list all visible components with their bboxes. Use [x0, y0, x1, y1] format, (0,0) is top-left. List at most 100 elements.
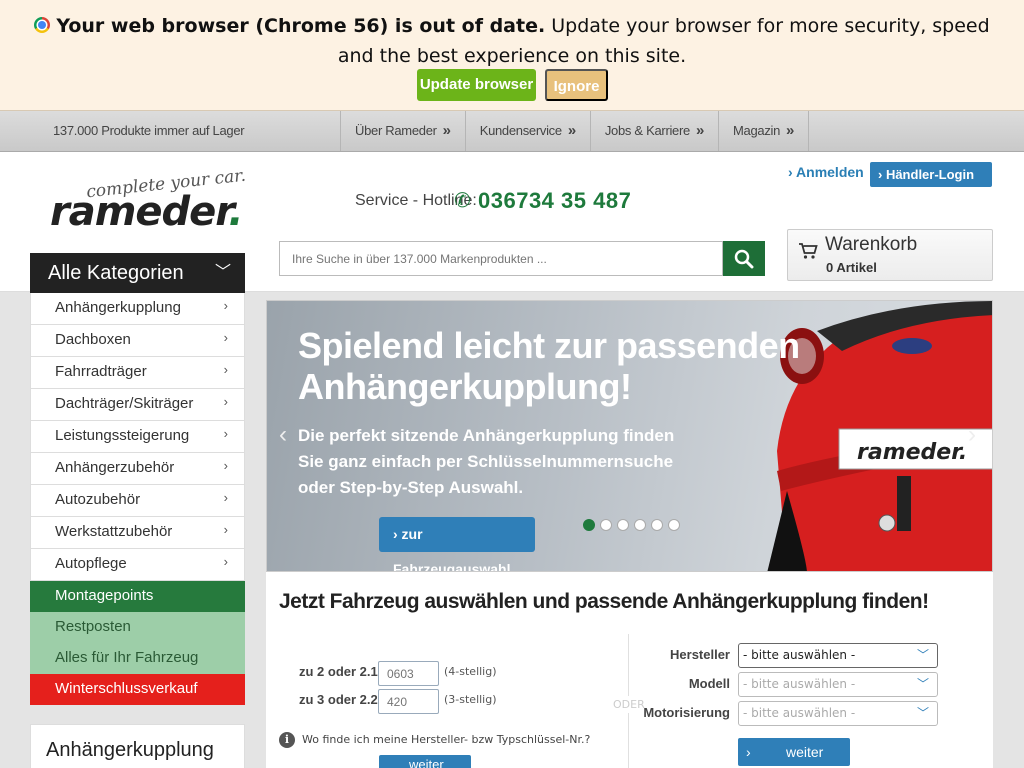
- category-item[interactable]: Autozubehör ›: [30, 485, 245, 517]
- help-link[interactable]: Wo finde ich meine Hersteller- bzw Typsc…: [302, 733, 590, 746]
- engine-value: - bitte auswählen -: [743, 706, 856, 720]
- selector-title: Jetzt Fahrzeug auswählen und passende An…: [279, 590, 929, 613]
- category-label: Autozubehör: [55, 491, 141, 508]
- login-link[interactable]: › Anmelden: [788, 164, 864, 180]
- cart-icon: [799, 243, 818, 259]
- category-item[interactable]: Anhängerkupplung ›: [30, 293, 245, 325]
- double-chevron-icon: »: [567, 122, 576, 139]
- manufacturer-select[interactable]: - bitte auswählen - ﹀: [738, 643, 938, 668]
- chevron-right-icon: ›: [223, 426, 228, 441]
- dealer-login-button[interactable]: › Händler-Login: [870, 162, 992, 187]
- slider-text-line-2: Sie ganz einfach per Schlüsselnummernsuc…: [298, 452, 674, 471]
- continue-button[interactable]: › weiter: [738, 738, 850, 766]
- tsn-hint: (3-stellig): [444, 693, 497, 706]
- category-item[interactable]: Dachboxen ›: [30, 325, 245, 357]
- category-restposten[interactable]: Restposten: [30, 612, 245, 643]
- category-label: Autopflege: [55, 555, 127, 572]
- plate-text: rameder.: [857, 440, 967, 465]
- slider-dot[interactable]: [600, 519, 612, 531]
- cart[interactable]: Warenkorb 0 Artikel: [787, 229, 993, 281]
- vehicle-selection-button[interactable]: › zur Fahrzeugauswahl: [379, 517, 535, 571]
- chevron-down-icon: ﹀: [214, 264, 231, 281]
- category-item[interactable]: Werkstattzubehör ›: [30, 517, 245, 549]
- model-label: Modell: [688, 676, 730, 691]
- hsn-input[interactable]: [378, 661, 439, 686]
- continue-key-button[interactable]: weiter: [379, 755, 471, 768]
- category-label: Anhängerzubehör: [55, 459, 175, 476]
- category-item[interactable]: Anhängerzubehör ›: [30, 453, 245, 485]
- slider-text-line-1: Die perfekt sitzende Anhängerkupplung fi…: [298, 426, 675, 445]
- chevron-right-icon: ›: [746, 744, 751, 760]
- slider-dot[interactable]: [634, 519, 646, 531]
- chrome-icon: [34, 17, 51, 33]
- chevron-right-icon: ›: [223, 490, 228, 505]
- manufacturer-label: Hersteller: [670, 647, 730, 662]
- promo-title: Anhängerkupplung: [46, 739, 214, 761]
- chevron-right-icon: ›: [223, 522, 228, 537]
- slider-prev-icon[interactable]: ‹: [279, 421, 287, 449]
- chevron-right-icon: ›: [223, 298, 228, 313]
- phone-icon: ✆: [454, 190, 471, 212]
- search-button[interactable]: [723, 241, 765, 276]
- continue-label: weiter: [786, 744, 824, 760]
- slider-dots: [583, 519, 680, 531]
- slider-dot[interactable]: [651, 519, 663, 531]
- outdated-message: Your web browser (Chrome 56) is out of d…: [0, 11, 1024, 71]
- engine-label: Motorisierung: [643, 705, 730, 720]
- double-chevron-icon: »: [786, 122, 795, 139]
- nav-label: Magazin: [733, 123, 781, 138]
- logo[interactable]: rameder.: [50, 189, 244, 235]
- nav-magazine[interactable]: Magazin »: [719, 111, 810, 151]
- slider-dot[interactable]: [583, 519, 595, 531]
- category-item[interactable]: Leistungssteigerung ›: [30, 421, 245, 453]
- top-bar: 137.000 Produkte immer auf Lager Über Ra…: [0, 111, 1024, 152]
- update-browser-button[interactable]: Update browser: [417, 69, 536, 101]
- tsn-label: zu 3 oder 2.2: [299, 692, 378, 707]
- hotline-number[interactable]: 036734 35 487: [478, 188, 631, 214]
- category-label: Werkstattzubehör: [55, 523, 173, 540]
- chevron-right-icon: ›: [223, 362, 228, 377]
- chevron-right-icon: ›: [223, 330, 228, 345]
- vehicle-selector: Jetzt Fahrzeug auswählen und passende An…: [266, 572, 993, 768]
- category-all-for-vehicle[interactable]: Alles für Ihr Fahrzeug: [30, 643, 245, 674]
- category-winter-sale[interactable]: Winterschlussverkauf: [30, 674, 245, 705]
- nav-label: Kundenservice: [479, 123, 562, 138]
- category-label: Dachboxen: [55, 331, 131, 348]
- category-item[interactable]: Autopflege ›: [30, 549, 245, 581]
- category-montagepoints[interactable]: Montagepoints: [30, 581, 245, 612]
- slider-next-icon[interactable]: ›: [968, 421, 976, 449]
- nav-jobs[interactable]: Jobs & Karriere »: [591, 111, 719, 151]
- chevron-down-icon: ﹀: [916, 706, 929, 720]
- promo-box[interactable]: Anhängerkupplung: [30, 724, 245, 768]
- chevron-down-icon: ﹀: [916, 648, 929, 662]
- category-item[interactable]: Dachträger/Skiträger ›: [30, 389, 245, 421]
- hero-slider: rameder. Spielend leicht zur passenden A…: [266, 300, 993, 572]
- nav-about[interactable]: Über Rameder »: [341, 111, 466, 151]
- all-categories-header[interactable]: Alle Kategorien ﹀: [30, 253, 245, 293]
- search-icon: [734, 249, 754, 269]
- outdated-bold-text: Your web browser (Chrome 56) is out of d…: [56, 15, 546, 37]
- chevron-right-icon: ›: [223, 394, 228, 409]
- model-select[interactable]: - bitte auswählen - ﹀: [738, 672, 938, 697]
- chevron-right-icon: ›: [223, 554, 228, 569]
- logo-text: rameder: [50, 189, 229, 235]
- slider-dot[interactable]: [617, 519, 629, 531]
- cart-title: Warenkorb: [825, 234, 918, 255]
- nav-customer-service[interactable]: Kundenservice »: [466, 111, 591, 151]
- category-label: Anhängerkupplung: [55, 299, 181, 316]
- info-icon: i: [279, 732, 295, 748]
- top-nav: Über Rameder » Kundenservice » Jobs & Karr…: [340, 111, 810, 151]
- tsn-input[interactable]: [378, 689, 439, 714]
- search-input[interactable]: [279, 241, 723, 276]
- category-label: Fahrradträger: [55, 363, 147, 380]
- logo-dot: .: [228, 189, 243, 235]
- nav-label: Über Rameder: [355, 123, 437, 138]
- manufacturer-value: - bitte auswählen -: [743, 648, 856, 662]
- all-categories-label: Alle Kategorien: [48, 262, 184, 284]
- category-item[interactable]: Fahrradträger ›: [30, 357, 245, 389]
- slider-dot[interactable]: [668, 519, 680, 531]
- engine-select[interactable]: - bitte auswählen - ﹀: [738, 701, 938, 726]
- ignore-button[interactable]: Ignore: [545, 69, 608, 101]
- slider-headline: Spielend leicht zur passenden Anhängerku…: [298, 325, 800, 407]
- nav-label: Jobs & Karriere: [604, 123, 690, 138]
